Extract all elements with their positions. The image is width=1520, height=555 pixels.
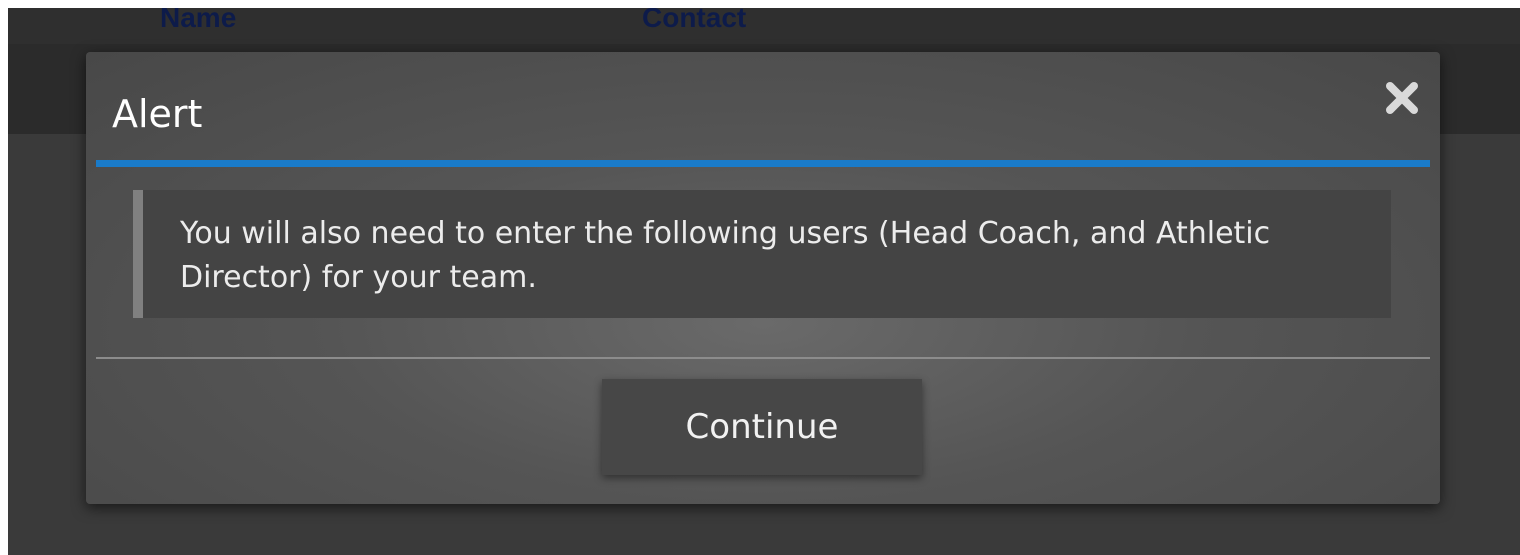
table-header-row: Name Contact [8,8,1520,44]
continue-button[interactable]: Continue [602,379,922,475]
close-icon [1386,82,1418,114]
title-divider [96,160,1430,167]
close-button[interactable] [1382,78,1422,118]
dialog-title: Alert [112,92,203,136]
column-header-name: Name [160,8,237,33]
alert-dialog: Alert You will also need to enter the fo… [86,52,1440,504]
alert-message: You will also need to enter the followin… [180,216,1271,295]
column-header-contact: Contact [642,8,747,33]
footer-divider [96,357,1430,359]
alert-message-box: You will also need to enter the followin… [133,190,1391,318]
